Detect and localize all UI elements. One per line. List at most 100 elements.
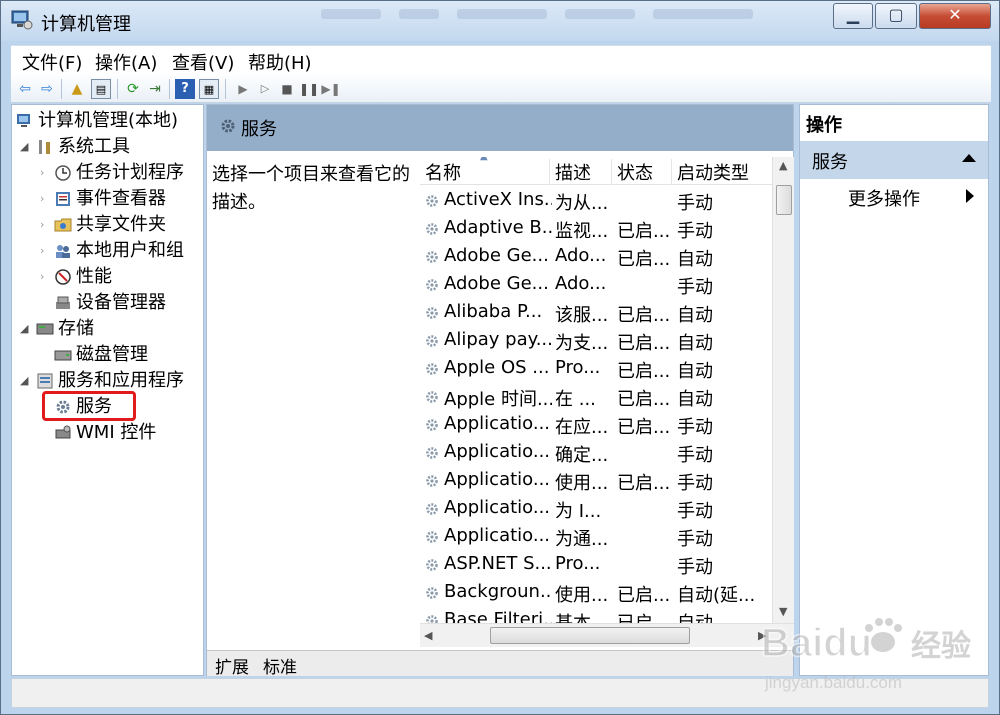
menu-view[interactable]: 查看(V) bbox=[172, 49, 234, 75]
scroll-down-icon[interactable]: ▼ bbox=[779, 605, 787, 618]
column-header-description[interactable]: 描述 bbox=[550, 159, 612, 185]
table-row[interactable]: ActiveX Ins... 为从... 手动 bbox=[420, 187, 775, 215]
cell-description: 在应... bbox=[555, 417, 609, 438]
help-icon[interactable]: ? bbox=[175, 79, 195, 99]
expand-arrow-icon[interactable]: › bbox=[40, 187, 44, 211]
collapse-arrow-icon[interactable]: ◢ bbox=[20, 369, 28, 393]
cell-startup-type: 自动 bbox=[677, 389, 713, 410]
table-row[interactable]: Adobe Ge... Ado... 手动 bbox=[420, 271, 775, 299]
cell-status: 已启... bbox=[617, 473, 671, 494]
scroll-right-icon[interactable]: ▶ bbox=[758, 629, 766, 642]
cell-description: Ado... bbox=[555, 245, 607, 266]
up-folder-icon[interactable]: ▲ bbox=[67, 79, 87, 99]
cell-name: Alipay pay... bbox=[444, 329, 552, 350]
collapse-arrow-icon[interactable]: ◢ bbox=[20, 317, 28, 341]
title-bar: 计算机管理 ▁ ▢ ✕ bbox=[1, 1, 999, 41]
table-row[interactable]: Adobe Ge... Ado... 已启... 自动 bbox=[420, 243, 775, 271]
show-action-pane-icon[interactable]: ▦ bbox=[199, 79, 219, 99]
tab-extended[interactable]: 扩展 bbox=[215, 653, 249, 678]
start-service-icon[interactable]: ▶ bbox=[233, 79, 253, 99]
cell-startup-type: 手动 bbox=[677, 417, 713, 438]
column-header-startup-type[interactable]: 启动类型 bbox=[672, 159, 775, 185]
cell-status: 已启... bbox=[617, 417, 671, 438]
performance-icon bbox=[55, 269, 71, 285]
table-row[interactable]: Apple OS ... Pro... 已启... 自动 bbox=[420, 355, 775, 383]
cell-startup-type: 自动 bbox=[677, 305, 713, 326]
table-row[interactable]: Applicatio... 确定... 手动 bbox=[420, 439, 775, 467]
actions-pane: 操作 服务 更多操作 bbox=[799, 104, 989, 676]
cell-description: 该服... bbox=[555, 305, 609, 326]
expand-arrow-icon[interactable]: › bbox=[40, 239, 44, 263]
menu-action[interactable]: 操作(A) bbox=[95, 49, 157, 75]
close-button[interactable]: ✕ bbox=[919, 3, 991, 29]
start-service-alt-icon[interactable]: ▷ bbox=[255, 79, 275, 99]
clock-icon bbox=[55, 165, 71, 181]
tab-standard[interactable]: 标准 bbox=[263, 653, 297, 678]
cell-name: ActiveX Ins... bbox=[444, 189, 552, 210]
menu-help[interactable]: 帮助(H) bbox=[248, 49, 312, 75]
gear-icon bbox=[426, 279, 438, 291]
gear-icon bbox=[426, 531, 438, 543]
table-row[interactable]: Alibaba P... 该服... 已启... 自动 bbox=[420, 299, 775, 327]
cell-name: Applicatio... bbox=[444, 469, 551, 490]
table-row[interactable]: Applicatio... 为通... 手动 bbox=[420, 523, 775, 551]
scroll-left-icon[interactable]: ◀ bbox=[424, 629, 432, 642]
back-icon[interactable]: ⇦ bbox=[15, 79, 35, 99]
expand-arrow-icon[interactable]: › bbox=[40, 161, 44, 185]
stop-service-icon[interactable]: ■ bbox=[277, 79, 297, 99]
export-icon[interactable]: ⇥ bbox=[145, 79, 165, 99]
cell-name: Applicatio... bbox=[444, 497, 551, 518]
pause-service-icon[interactable]: ❚❚ bbox=[299, 79, 319, 99]
table-row[interactable]: ASP.NET S... Pro... 手动 bbox=[420, 551, 775, 579]
cell-startup-type: 自动 bbox=[677, 249, 713, 270]
cell-name: Apple OS ... bbox=[444, 357, 550, 378]
forward-icon[interactable]: ⇨ bbox=[37, 79, 57, 99]
table-row[interactable]: Applicatio... 在应... 已启... 手动 bbox=[420, 411, 775, 439]
table-row[interactable]: Adaptive B... 监视... 已启... 手动 bbox=[420, 215, 775, 243]
gear-icon bbox=[426, 223, 438, 235]
gear-icon bbox=[426, 391, 438, 403]
scroll-up-icon[interactable]: ▲ bbox=[779, 159, 787, 172]
cell-description: 为支... bbox=[555, 333, 609, 354]
shared-folder-icon bbox=[54, 218, 72, 232]
cell-startup-type: 手动 bbox=[677, 473, 713, 494]
vertical-scrollbar[interactable]: ▲ ▼ bbox=[772, 157, 794, 623]
table-row[interactable]: Apple 时间... 在 ... 已启... 自动 bbox=[420, 383, 775, 411]
services-apps-icon bbox=[37, 373, 53, 389]
column-header-name[interactable]: 名称 ▲ bbox=[420, 157, 550, 185]
collapse-arrow-icon[interactable]: ◢ bbox=[20, 135, 28, 159]
restart-service-icon[interactable]: ▶❚ bbox=[321, 79, 341, 99]
horizontal-scrollbar[interactable]: ◀ ▶ bbox=[420, 623, 794, 647]
services-title: 服务 bbox=[241, 119, 277, 140]
expand-arrow-icon[interactable]: › bbox=[40, 265, 44, 289]
cell-status: 已启... bbox=[617, 333, 671, 354]
cell-status: 已启... bbox=[617, 585, 671, 606]
gear-icon bbox=[426, 307, 438, 319]
cell-startup-type: 手动 bbox=[677, 445, 713, 466]
minimize-button[interactable]: ▁ bbox=[833, 3, 873, 29]
refresh-icon[interactable]: ⟳ bbox=[123, 79, 143, 99]
cell-startup-type: 自动(延... bbox=[677, 585, 756, 606]
computer-icon bbox=[17, 114, 30, 127]
expand-arrow-icon[interactable]: › bbox=[40, 213, 44, 237]
actions-section-services[interactable]: 服务 bbox=[800, 141, 988, 179]
more-actions-link[interactable]: 更多操作 bbox=[848, 185, 920, 211]
horizontal-scroll-thumb[interactable] bbox=[490, 627, 690, 644]
actions-title: 操作 bbox=[806, 115, 842, 136]
table-row[interactable]: Applicatio... 为 I... 手动 bbox=[420, 495, 775, 523]
table-row[interactable]: Alipay pay... 为支... 已启... 自动 bbox=[420, 327, 775, 355]
column-header-status[interactable]: 状态 bbox=[612, 159, 672, 185]
collapse-caret-icon[interactable] bbox=[962, 154, 976, 162]
show-tree-icon[interactable]: ▤ bbox=[91, 79, 111, 99]
cell-description: Pro... bbox=[555, 553, 601, 574]
cell-name: Adobe Ge... bbox=[444, 273, 549, 294]
table-row[interactable]: Applicatio... 使用... 已启... 手动 bbox=[420, 467, 775, 495]
cell-startup-type: 手动 bbox=[677, 277, 713, 298]
cell-description: 为从... bbox=[555, 193, 609, 214]
table-row[interactable]: Backgroun... 使用... 已启... 自动(延... bbox=[420, 579, 775, 607]
submenu-arrow-icon[interactable] bbox=[966, 189, 974, 203]
cell-status: 已启... bbox=[617, 249, 671, 270]
vertical-scroll-thumb[interactable] bbox=[776, 185, 792, 215]
maximize-button[interactable]: ▢ bbox=[875, 3, 917, 29]
menu-file[interactable]: 文件(F) bbox=[22, 49, 82, 75]
